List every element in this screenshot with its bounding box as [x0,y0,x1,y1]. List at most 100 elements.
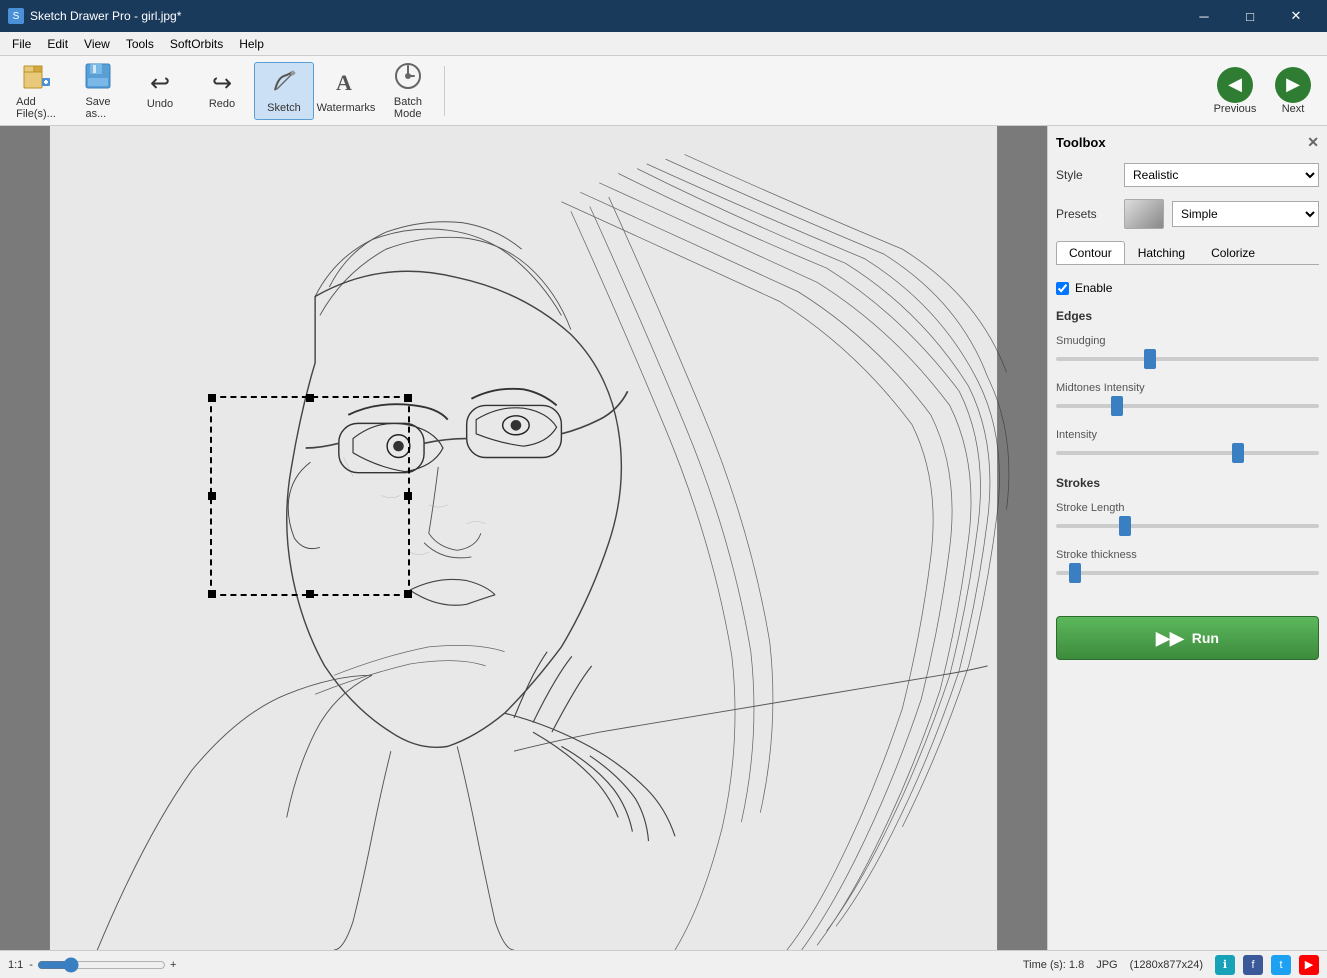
svg-text:A: A [336,70,352,95]
zoom-in-button[interactable]: + [170,959,176,971]
save-as-icon [84,62,112,94]
zoom-level: 1:1 [8,959,23,971]
stroke-thickness-slider-group: Stroke thickness [1056,549,1319,578]
titlebar-controls: ─ □ ✕ [1181,0,1319,32]
run-row: ▶▶ Run [1056,616,1319,660]
intensity-slider[interactable] [1056,451,1319,455]
zoom-slider[interactable] [37,957,166,973]
add-files-label: AddFile(s)... [16,96,56,120]
menu-tools[interactable]: Tools [118,35,162,53]
sketch-button[interactable]: Sketch [254,62,314,120]
redo-button[interactable]: ↪ Redo [192,62,252,120]
maximize-button[interactable]: □ [1227,0,1273,32]
sketch-label: Sketch [267,102,301,114]
zoom-out-button[interactable]: - [29,959,33,971]
tab-contour[interactable]: Contour [1056,241,1125,264]
save-as-label: Saveas... [85,96,110,120]
sketch-image [0,126,1047,950]
next-label: Next [1282,103,1305,115]
time-display: Time (s): 1.8 [1023,959,1084,971]
toolbar: AddFile(s)... Saveas... ↩ Undo ↪ Redo [0,56,1327,126]
main-area: Toolbox ✕ Style Realistic Simple Artisti… [0,126,1327,950]
intensity-slider-group: Intensity [1056,429,1319,458]
stroke-thickness-slider[interactable] [1056,571,1319,575]
toolbox-tabs: Contour Hatching Colorize [1056,241,1319,265]
undo-icon: ↩ [150,72,170,96]
titlebar: S Sketch Drawer Pro - girl.jpg* ─ □ ✕ [0,0,1327,32]
previous-arrow-icon: ◀ [1217,67,1253,103]
preset-preview-icon [1124,199,1164,229]
zoom-control: - + [29,957,176,973]
watermarks-icon: A [332,68,360,100]
toolbox-close-button[interactable]: ✕ [1307,134,1319,151]
batch-mode-icon [394,62,422,94]
statusbar: 1:1 - + Time (s): 1.8 JPG (1280x877x24) … [0,950,1327,978]
run-button[interactable]: ▶▶ Run [1056,616,1319,660]
smudging-slider-group: Smudging [1056,335,1319,364]
tab-hatching[interactable]: Hatching [1125,241,1198,264]
add-files-icon [22,62,50,94]
stroke-length-label: Stroke Length [1056,502,1319,514]
previous-label: Previous [1214,103,1257,115]
run-label: Run [1192,630,1219,646]
menu-view[interactable]: View [76,35,118,53]
watermarks-label: Watermarks [317,102,376,114]
smudging-label: Smudging [1056,335,1319,347]
tab-colorize[interactable]: Colorize [1198,241,1268,264]
presets-label: Presets [1056,207,1116,221]
intensity-label: Intensity [1056,429,1319,441]
toolbox-title: Toolbox [1056,135,1106,150]
stroke-length-slider-group: Stroke Length [1056,502,1319,531]
titlebar-left: S Sketch Drawer Pro - girl.jpg* [8,8,181,24]
canvas-content [0,126,1047,950]
save-as-button[interactable]: Saveas... [68,62,128,120]
menubar: File Edit View Tools SoftOrbits Help [0,32,1327,56]
toolbox-header: Toolbox ✕ [1056,134,1319,151]
stroke-thickness-label: Stroke thickness [1056,549,1319,561]
batch-mode-button[interactable]: BatchMode [378,62,438,120]
twitter-icon[interactable]: t [1271,955,1291,975]
menu-file[interactable]: File [4,35,39,53]
youtube-icon[interactable]: ▶ [1299,955,1319,975]
enable-label[interactable]: Enable [1075,281,1112,295]
batch-mode-label: BatchMode [394,96,422,120]
close-button[interactable]: ✕ [1273,0,1319,32]
statusbar-left: 1:1 - + [8,957,1011,973]
presets-select[interactable]: Simple Detailed Sketch Realistic [1172,201,1319,227]
style-select[interactable]: Realistic Simple Artistic [1124,163,1319,187]
dimensions-display: (1280x877x24) [1130,959,1203,971]
next-arrow-icon: ▶ [1275,67,1311,103]
stroke-length-slider[interactable] [1056,524,1319,528]
info-icon[interactable]: ℹ [1215,955,1235,975]
watermarks-button[interactable]: A Watermarks [316,62,376,120]
toolbar-nav: ◀ Previous ▶ Next [1207,62,1321,120]
add-files-button[interactable]: AddFile(s)... [6,62,66,120]
redo-icon: ↪ [212,72,232,96]
canvas-area[interactable] [0,126,1047,950]
smudging-slider[interactable] [1056,357,1319,361]
style-label: Style [1056,168,1116,182]
format-display: JPG [1096,959,1117,971]
undo-button[interactable]: ↩ Undo [130,62,190,120]
toolbox-panel: Toolbox ✕ Style Realistic Simple Artisti… [1047,126,1327,950]
midtones-intensity-label: Midtones Intensity [1056,382,1319,394]
minimize-button[interactable]: ─ [1181,0,1227,32]
menu-edit[interactable]: Edit [39,35,76,53]
previous-button[interactable]: ◀ Previous [1207,62,1263,120]
social-icons: ℹ f t ▶ [1215,955,1319,975]
facebook-icon[interactable]: f [1243,955,1263,975]
undo-label: Undo [147,98,173,110]
next-button[interactable]: ▶ Next [1265,62,1321,120]
statusbar-right: Time (s): 1.8 JPG (1280x877x24) ℹ f t ▶ [1023,955,1319,975]
style-row: Style Realistic Simple Artistic [1056,163,1319,187]
menu-help[interactable]: Help [231,35,272,53]
enable-checkbox[interactable] [1056,282,1069,295]
enable-row: Enable [1056,281,1319,295]
sketch-icon [270,68,298,100]
menu-softorbits[interactable]: SoftOrbits [162,35,231,53]
redo-label: Redo [209,98,235,110]
app-icon: S [8,8,24,24]
midtones-slider-group: Midtones Intensity [1056,382,1319,411]
midtones-intensity-slider[interactable] [1056,404,1319,408]
edges-section-label: Edges [1056,309,1319,323]
